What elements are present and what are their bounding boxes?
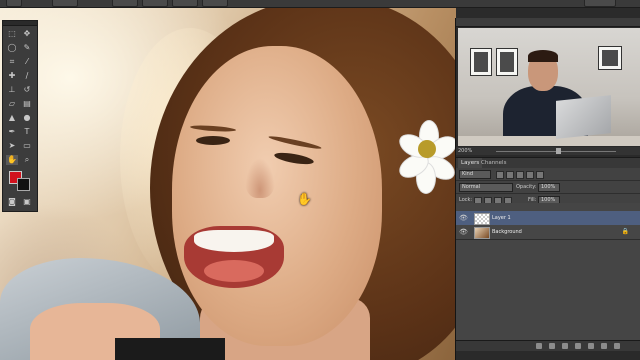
layer-name[interactable]: Background: [492, 225, 522, 239]
options-bar: [0, 0, 640, 8]
dodge-icon[interactable]: ●: [21, 113, 33, 123]
filter-type-icon[interactable]: [516, 171, 524, 179]
navigator-preview: [458, 28, 640, 146]
right-panel-dock: 200% Layers Channels Kind Normal Opacity…: [455, 18, 640, 360]
layers-list: 👁 Layer 1 👁 Background 🔒: [456, 203, 640, 343]
filter-shape-icon[interactable]: [526, 171, 534, 179]
photo-tongue: [204, 260, 264, 282]
screen-mode-icon[interactable]: ▣: [21, 197, 33, 207]
workspace-button[interactable]: [584, 0, 616, 7]
wall-frame-3: [598, 46, 622, 70]
wall-frame-1: [470, 48, 492, 76]
move-icon[interactable]: ✥: [21, 29, 33, 39]
eraser-icon[interactable]: ▱: [6, 99, 18, 109]
wall-frame-2: [496, 48, 518, 76]
blend-mode-select[interactable]: Normal: [459, 183, 513, 192]
desk: [458, 136, 640, 146]
lasso-icon[interactable]: ◯: [6, 43, 18, 53]
blur-icon[interactable]: ▲: [6, 113, 18, 123]
tab-channels[interactable]: Channels: [478, 158, 509, 168]
visibility-eye-icon[interactable]: 👁: [459, 228, 468, 236]
lock-icon: 🔒: [621, 228, 629, 235]
new-group-icon[interactable]: [588, 343, 594, 349]
path-select-icon[interactable]: ➤: [6, 141, 18, 151]
hand-cursor-icon: ✋: [297, 192, 312, 206]
shape-icon[interactable]: ▭: [21, 141, 33, 151]
layer-thumbnail: [474, 227, 490, 239]
laptop: [556, 95, 611, 139]
gradient-icon[interactable]: ▤: [21, 99, 33, 109]
eyedropper-icon[interactable]: ⁄: [21, 57, 33, 67]
layer-thumbnail: [474, 213, 490, 225]
photo-teeth: [194, 230, 274, 252]
type-icon[interactable]: T: [21, 127, 33, 137]
adjustment-layer-icon[interactable]: [575, 343, 581, 349]
layer-filter-row: Kind: [456, 168, 640, 181]
crop-icon[interactable]: ⌗: [6, 57, 18, 67]
healing-icon[interactable]: ✚: [6, 71, 18, 81]
options-button-3[interactable]: [142, 0, 168, 7]
navigator-panel-header[interactable]: [456, 18, 640, 27]
filter-kind-select[interactable]: Kind: [459, 170, 491, 179]
hand-icon[interactable]: ✋: [6, 155, 18, 165]
options-button-5[interactable]: [202, 0, 228, 7]
layers-bottom-bar: [456, 340, 640, 351]
zoom-level[interactable]: 200%: [458, 147, 472, 155]
stamp-icon[interactable]: ⊥: [6, 85, 18, 95]
photo-camera: [115, 338, 225, 360]
marquee-icon[interactable]: ⬚: [6, 29, 18, 39]
tools-panel: ⬚ ✥ ◯ ✎ ⌗ ⁄ ✚ ∕ ⊥ ↺ ▱ ▤ ▲ ● ✒ T ➤ ▭ ✋ ⌕ …: [2, 20, 38, 212]
visibility-eye-icon[interactable]: 👁: [459, 214, 468, 222]
opacity-label: Opacity:: [516, 184, 537, 190]
opacity-field[interactable]: 100%: [538, 183, 560, 192]
delete-layer-icon[interactable]: [614, 343, 620, 349]
navigator-zoom-row: 200%: [456, 147, 640, 155]
tools-panel-grip[interactable]: [3, 21, 37, 26]
layer-mask-icon[interactable]: [562, 343, 568, 349]
background-color-swatch[interactable]: [17, 178, 30, 191]
quick-mask-icon[interactable]: ◙: [6, 197, 18, 207]
brush-icon[interactable]: ∕: [21, 71, 33, 81]
quick-select-icon[interactable]: ✎: [21, 43, 33, 53]
app-menu-button[interactable]: [6, 0, 22, 7]
layer-style-icon[interactable]: [549, 343, 555, 349]
options-button-1[interactable]: [52, 0, 78, 7]
link-layers-icon[interactable]: [536, 343, 542, 349]
filter-pixel-icon[interactable]: [496, 171, 504, 179]
options-button-4[interactable]: [172, 0, 198, 7]
filter-smart-object-icon[interactable]: [536, 171, 544, 179]
filter-adjustment-icon[interactable]: [506, 171, 514, 179]
photo-left-eye: [196, 136, 230, 145]
photo-face: [172, 46, 382, 346]
layer-name[interactable]: Layer 1: [492, 211, 511, 225]
options-button-2[interactable]: [112, 0, 138, 7]
layer-row-background[interactable]: 👁 Background 🔒: [456, 225, 640, 240]
document-canvas[interactable]: ✋: [0, 8, 456, 360]
history-brush-icon[interactable]: ↺: [21, 85, 33, 95]
photo-flower: [395, 120, 456, 196]
new-layer-icon[interactable]: [601, 343, 607, 349]
zoom-icon[interactable]: ⌕: [21, 155, 33, 165]
zoom-slider-knob[interactable]: [556, 148, 561, 154]
blend-opacity-row: Normal Opacity: 100%: [456, 181, 640, 194]
photo-nose: [245, 158, 275, 198]
layer-row-layer-1[interactable]: 👁 Layer 1: [456, 211, 640, 226]
pen-icon[interactable]: ✒: [6, 127, 18, 137]
presenter-hair: [528, 50, 558, 62]
